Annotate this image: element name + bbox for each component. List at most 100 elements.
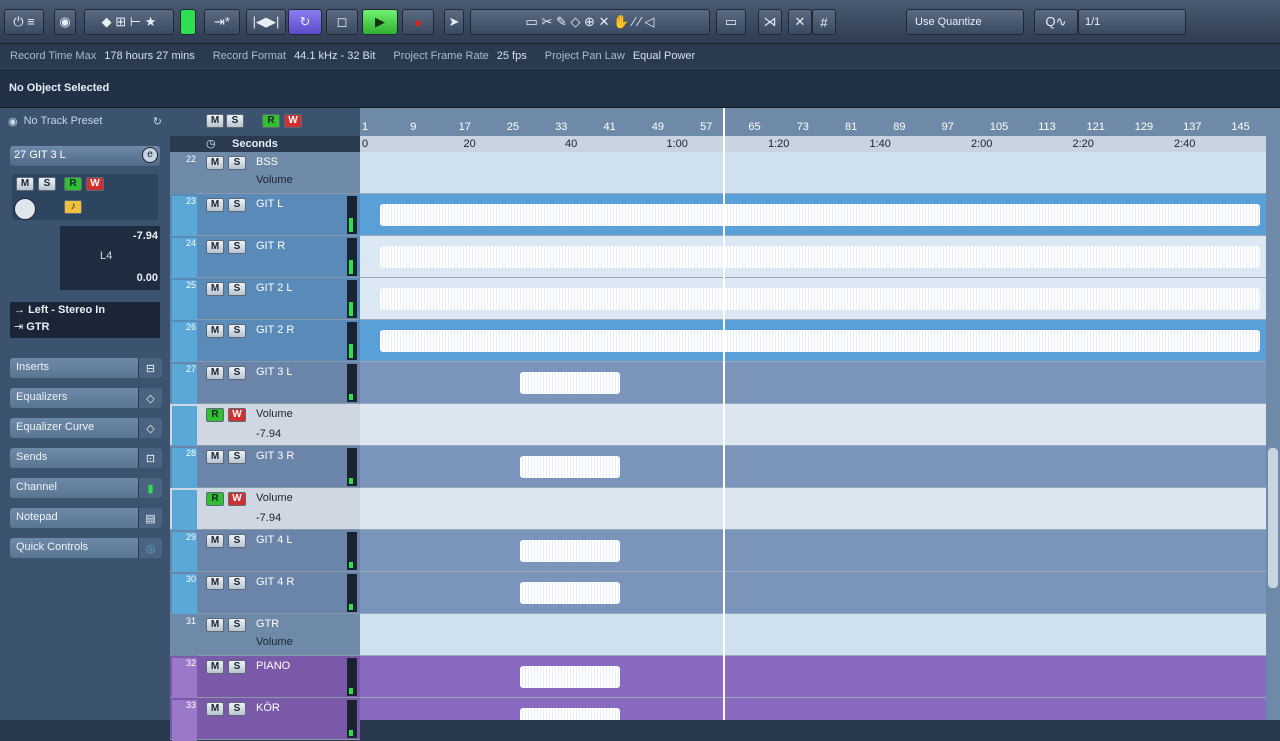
track-row[interactable]: R W Volume -7.94: [170, 488, 360, 531]
inspector-section-notepad[interactable]: Notepad ▤: [10, 508, 162, 528]
stop-button[interactable]: ◻: [326, 9, 358, 35]
track-row[interactable]: 26 M S GIT 2 R: [170, 320, 360, 363]
audio-event[interactable]: [520, 582, 620, 604]
solo-button[interactable]: S: [228, 282, 246, 296]
mute-button[interactable]: M: [206, 198, 224, 212]
track-lane[interactable]: [360, 530, 1266, 572]
global-mute-button[interactable]: M: [206, 114, 224, 128]
monitor-icon[interactable]: ♪: [64, 200, 82, 214]
solo-button[interactable]: S: [228, 156, 246, 170]
record-enable-icon[interactable]: [14, 198, 36, 220]
track-name[interactable]: BSS: [256, 156, 278, 168]
project-cursor[interactable]: [723, 108, 725, 720]
automation-param-name[interactable]: Volume: [256, 492, 293, 504]
record-button[interactable]: ●: [402, 9, 434, 35]
write-automation-button[interactable]: W: [228, 492, 246, 506]
track-row[interactable]: 23 M S GIT L: [170, 194, 360, 237]
inspector-section-equalizers[interactable]: Equalizers ◇: [10, 388, 162, 408]
ruler[interactable]: 1 9 17 25 33 41 49 57 65 73 81 89 97 105 113 121 129 137 1…: [360, 108, 1280, 152]
audio-event[interactable]: [520, 666, 620, 688]
group-param-name[interactable]: Volume: [256, 174, 293, 186]
track-name[interactable]: GIT L: [256, 198, 283, 210]
grid-icon[interactable]: #: [812, 9, 836, 35]
track-lane[interactable]: [360, 446, 1266, 488]
track-name[interactable]: GIT 4 L: [256, 534, 292, 546]
snap-icon[interactable]: ⋊: [758, 9, 782, 35]
track-name[interactable]: KÖR: [256, 702, 280, 714]
track-lane[interactable]: [360, 614, 1266, 656]
audio-event[interactable]: [380, 288, 1260, 310]
solo-button[interactable]: S: [228, 660, 246, 674]
color-tool-icon[interactable]: ▭: [716, 9, 746, 35]
automation-value[interactable]: -7.94: [256, 512, 281, 524]
track-row[interactable]: 33 M S KÖR: [170, 698, 360, 741]
mute-button[interactable]: M: [206, 576, 224, 590]
audio-event[interactable]: [520, 372, 620, 394]
notepad-icon[interactable]: ▤: [138, 508, 162, 528]
track-lane[interactable]: [360, 278, 1266, 320]
record-format-value[interactable]: 44.1 kHz - 32 Bit: [294, 50, 375, 62]
mute-button[interactable]: M: [206, 240, 224, 254]
mute-button[interactable]: M: [206, 156, 224, 170]
quick-controls-icon[interactable]: ◎: [138, 538, 162, 558]
inspector-solo-button[interactable]: S: [38, 177, 56, 191]
inspector-section-quick-controls[interactable]: Quick Controls ◎: [10, 538, 162, 558]
track-lane[interactable]: [360, 404, 1266, 446]
mute-button[interactable]: M: [206, 366, 224, 380]
track-name[interactable]: GIT 2 R: [256, 324, 294, 336]
audio-event[interactable]: [520, 540, 620, 562]
track-row[interactable]: 30 M S GIT 4 R: [170, 572, 360, 615]
mute-button[interactable]: M: [206, 660, 224, 674]
solo-button[interactable]: S: [228, 618, 246, 632]
mute-button[interactable]: M: [206, 324, 224, 338]
inspector-read-button[interactable]: R: [64, 177, 82, 191]
audio-event[interactable]: [380, 246, 1260, 268]
inspector-section-inserts[interactable]: Inserts ⊟: [10, 358, 162, 378]
inspector-section-sends[interactable]: Sends ⊡: [10, 448, 162, 468]
solo-button[interactable]: S: [228, 198, 246, 212]
audio-event[interactable]: [520, 708, 620, 720]
track-name[interactable]: GIT 4 R: [256, 576, 294, 588]
track-lane[interactable]: [360, 236, 1266, 278]
track-row[interactable]: 32 M S PIANO: [170, 656, 360, 699]
record-time-value[interactable]: 178 hours 27 mins: [104, 50, 195, 62]
audio-event[interactable]: [520, 456, 620, 478]
mute-button[interactable]: M: [206, 450, 224, 464]
track-name-field[interactable]: 27 GIT 3 L e: [10, 146, 160, 166]
automation-value[interactable]: -7.94: [256, 428, 281, 440]
track-row[interactable]: 25 M S GIT 2 L: [170, 278, 360, 321]
automation-param-name[interactable]: Volume: [256, 408, 293, 420]
track-row[interactable]: R W Volume -7.94: [170, 404, 360, 447]
audio-event[interactable]: [380, 204, 1260, 226]
edit-channel-icon[interactable]: e: [142, 147, 158, 163]
inspector-write-button[interactable]: W: [86, 177, 104, 191]
channel-icon[interactable]: ▮: [138, 478, 162, 498]
event-display[interactable]: [360, 152, 1266, 720]
eq-icon[interactable]: ◇: [138, 388, 162, 408]
audio-event[interactable]: [380, 330, 1260, 352]
track-lane[interactable]: [360, 572, 1266, 614]
pan-law-value[interactable]: Equal Power: [633, 50, 695, 62]
track-row[interactable]: 27 M S GIT 3 L: [170, 362, 360, 405]
global-solo-button[interactable]: S: [226, 114, 244, 128]
global-write-button[interactable]: W: [284, 114, 302, 128]
read-automation-button[interactable]: R: [206, 492, 224, 506]
solo-button[interactable]: S: [228, 450, 246, 464]
track-name[interactable]: GIT 3 R: [256, 450, 294, 462]
frame-rate-value[interactable]: 25 fps: [497, 50, 527, 62]
refresh-icon[interactable]: ↻: [153, 115, 162, 128]
solo-button[interactable]: S: [228, 576, 246, 590]
solo-button[interactable]: S: [228, 702, 246, 716]
inspector-mute-button[interactable]: M: [16, 177, 34, 191]
track-lane[interactable]: [360, 194, 1266, 236]
track-lane[interactable]: [360, 362, 1266, 404]
track-name[interactable]: GIT 2 L: [256, 282, 292, 294]
quantize-value-select[interactable]: 1/1: [1078, 9, 1186, 35]
bars-ruler[interactable]: 1 9 17 25 33 41 49 57 65 73 81 89 97 105 113 121 129 137 1…: [360, 108, 1280, 136]
track-row[interactable]: 24 M S GIT R: [170, 236, 360, 279]
inspector-section-eq-curve[interactable]: Equalizer Curve ◇: [10, 418, 162, 438]
time-format-row[interactable]: ◷ Seconds: [170, 136, 360, 152]
solo-button[interactable]: S: [228, 324, 246, 338]
track-row[interactable]: 31 M S GTR Volume: [170, 614, 360, 657]
global-read-button[interactable]: R: [262, 114, 280, 128]
